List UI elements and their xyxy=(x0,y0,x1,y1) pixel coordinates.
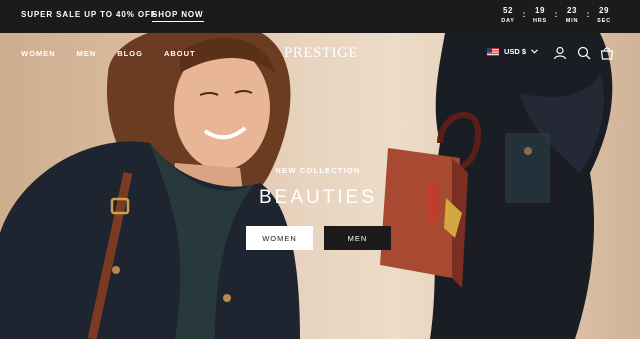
nav-link-blog[interactable]: BLOG xyxy=(117,49,143,58)
nav-link-men[interactable]: MEN xyxy=(77,49,97,58)
countdown-separator: : xyxy=(554,10,558,19)
brand-logo[interactable]: PRESTIGE xyxy=(284,45,358,62)
us-flag-icon xyxy=(487,47,499,56)
countdown-days-value: 52 xyxy=(503,6,513,15)
nav-link-women[interactable]: WOMEN xyxy=(21,49,56,58)
shopping-bag-icon[interactable] xyxy=(600,46,614,60)
main-header: WOMEN MEN BLOG ABOUT PRESTIGE USD $ xyxy=(0,33,640,73)
countdown-minutes: 23 MIN xyxy=(561,6,583,24)
countdown-days-label: DAY xyxy=(501,18,515,24)
countdown-hours: 19 HRS xyxy=(529,6,551,24)
countdown-hours-label: HRS xyxy=(532,18,547,24)
countdown-seconds: 29 SEC xyxy=(593,6,615,24)
shop-women-button[interactable]: WOMEN xyxy=(246,226,313,250)
hero-photo xyxy=(0,33,613,339)
countdown-seconds-value: 29 xyxy=(599,6,609,15)
countdown-seconds-label: SEC xyxy=(597,18,611,24)
announcement-bar: SUPER SALE UP TO 40% OFF SHOP NOW 52 DAY… xyxy=(0,0,640,33)
hero-headline: BEAUTIES xyxy=(259,187,377,208)
countdown-timer: 52 DAY : 19 HRS : 23 MIN : 29 SEC xyxy=(497,6,615,24)
countdown-minutes-label: MIN xyxy=(565,18,579,24)
chevron-down-icon xyxy=(531,49,538,54)
shop-men-button[interactable]: MEN xyxy=(324,226,391,250)
currency-label: USD $ xyxy=(504,47,527,56)
shop-now-link[interactable]: SHOP NOW xyxy=(152,10,204,22)
countdown-days: 52 DAY xyxy=(497,6,519,24)
countdown-separator: : xyxy=(522,10,526,19)
main-nav: WOMEN MEN BLOG ABOUT xyxy=(21,49,196,58)
search-icon[interactable] xyxy=(577,46,591,60)
promo-text: SUPER SALE UP TO 40% OFF xyxy=(21,10,157,19)
hero-kicker: NEW COLLECTION xyxy=(275,166,361,175)
currency-selector[interactable]: USD $ xyxy=(487,47,538,56)
countdown-minutes-value: 23 xyxy=(567,6,577,15)
countdown-hours-value: 19 xyxy=(535,6,545,15)
user-icon[interactable] xyxy=(553,46,567,60)
hero-banner xyxy=(0,33,640,339)
countdown-separator: : xyxy=(586,10,590,19)
nav-link-about[interactable]: ABOUT xyxy=(164,49,196,58)
